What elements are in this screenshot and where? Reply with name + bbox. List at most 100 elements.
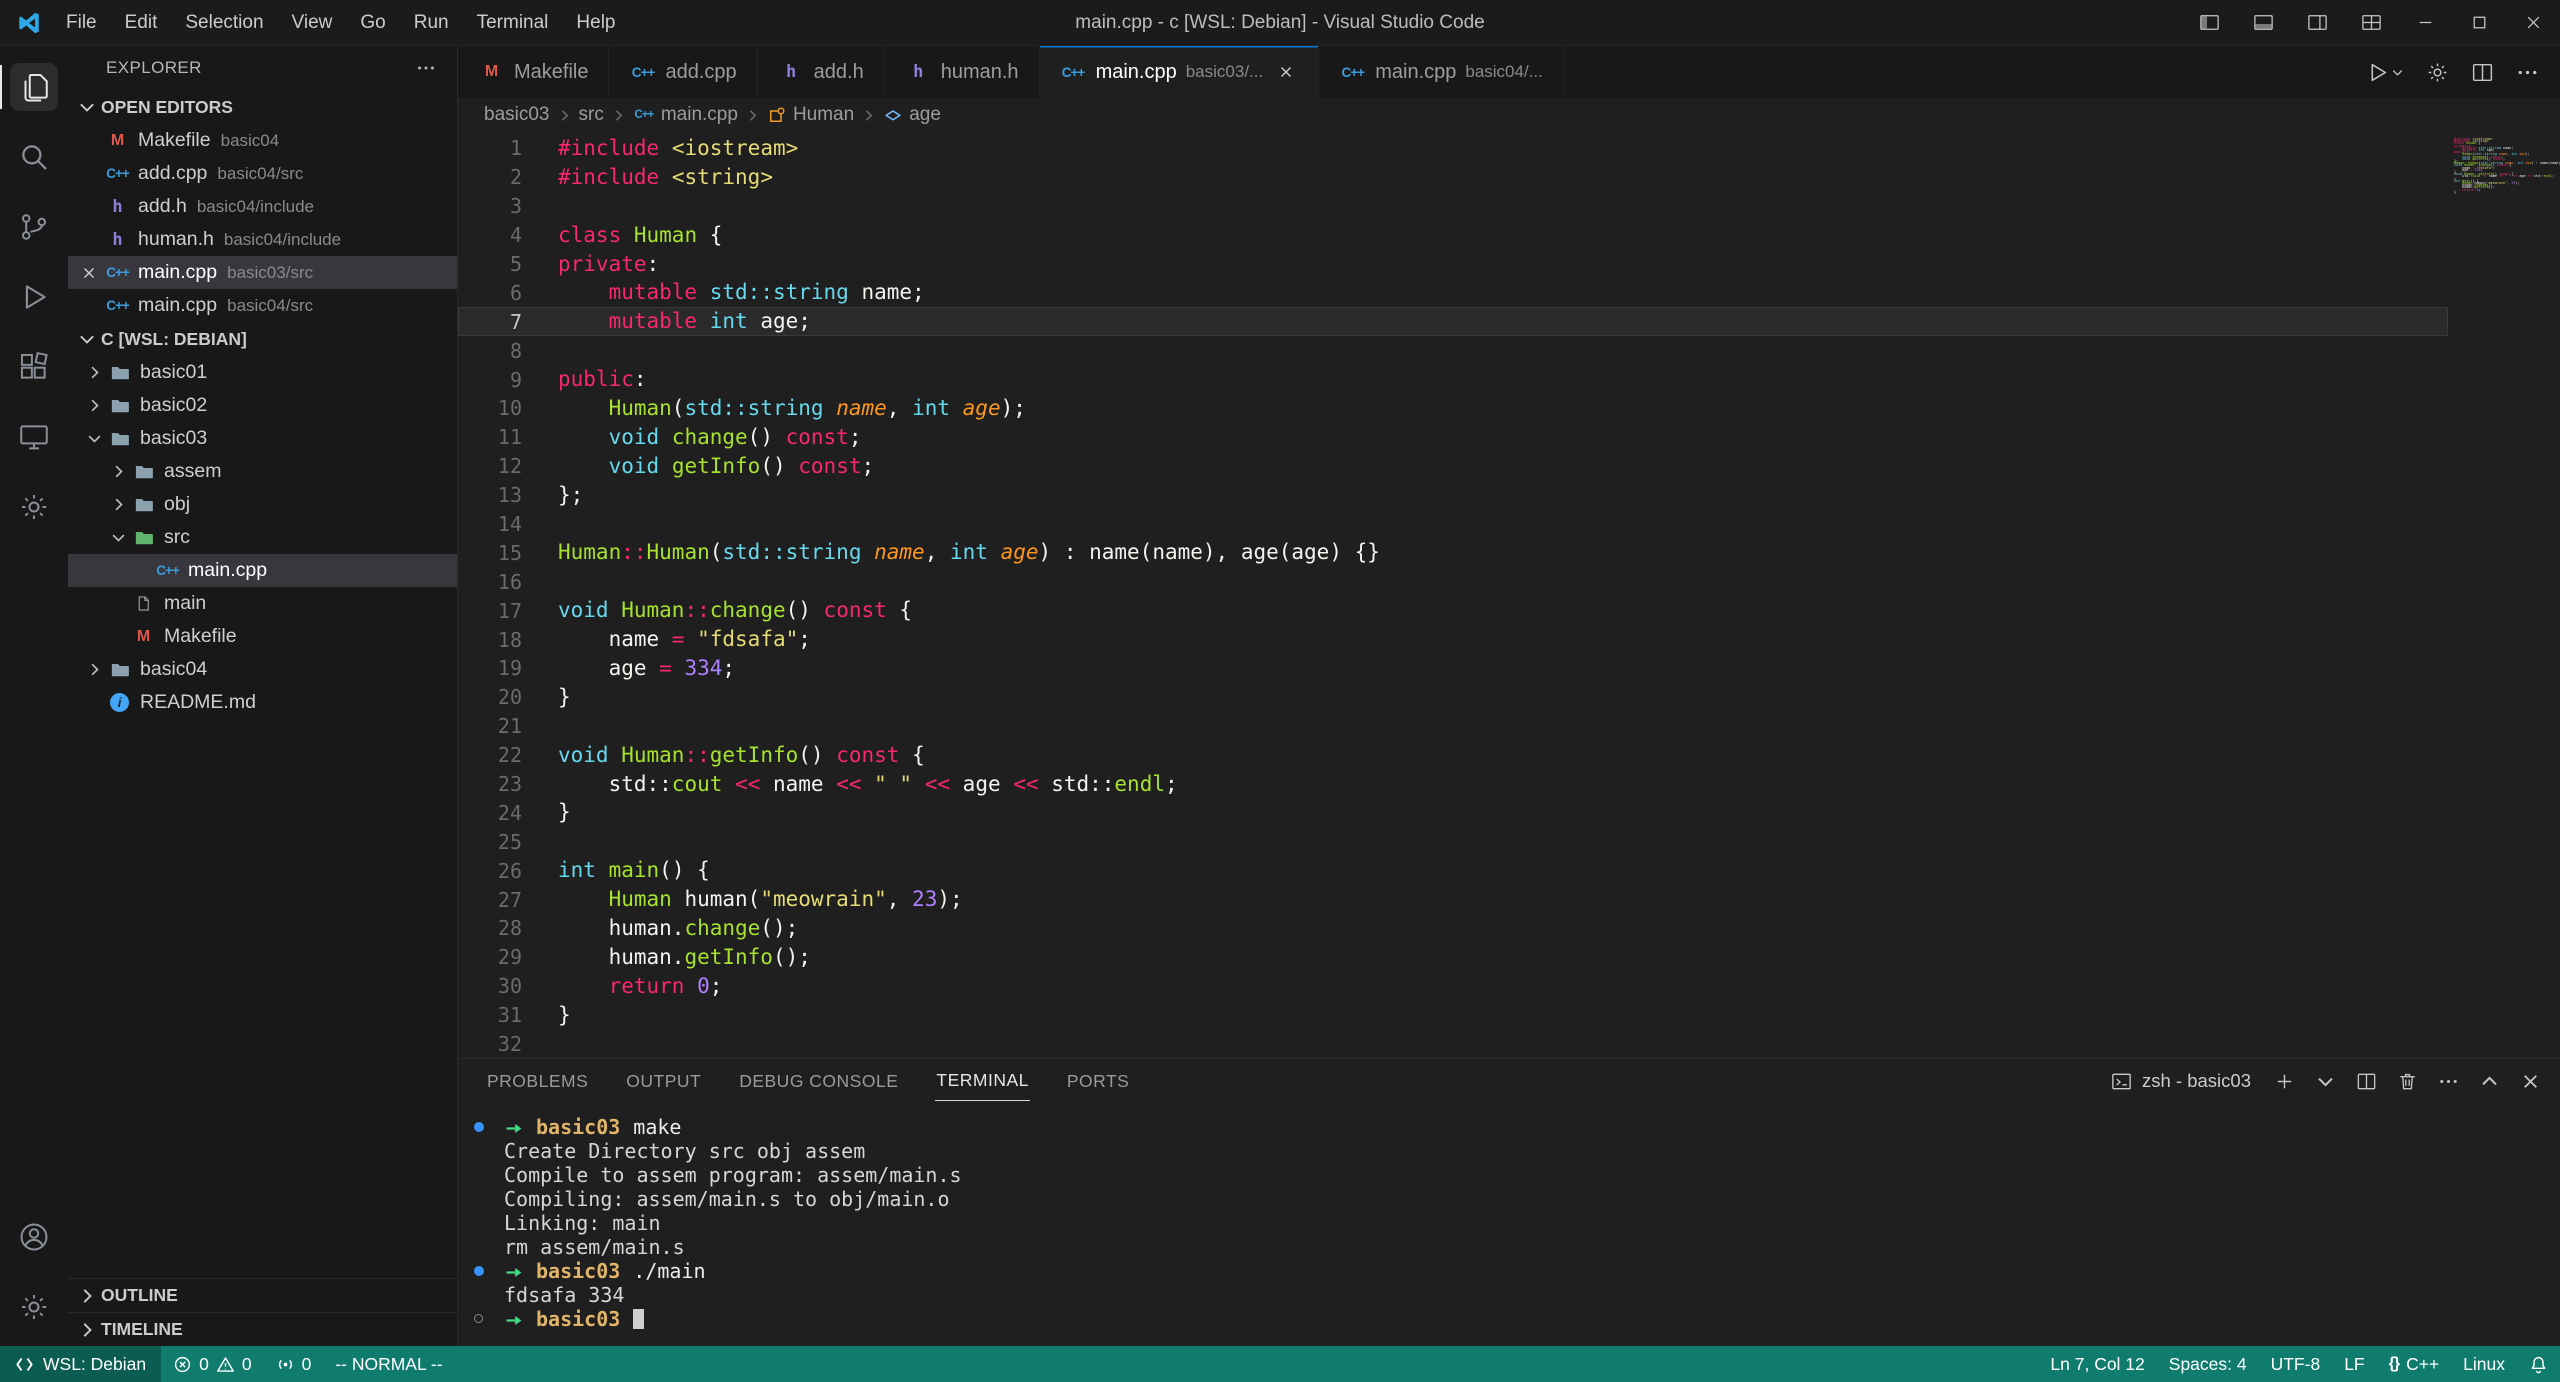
toggle-panel-icon[interactable] bbox=[2236, 0, 2290, 46]
new-terminal-icon[interactable] bbox=[2273, 1070, 2296, 1093]
activity-account[interactable] bbox=[0, 1202, 68, 1272]
menu-selection[interactable]: Selection bbox=[171, 0, 277, 45]
activity-source-control[interactable] bbox=[0, 192, 68, 262]
command-decoration-icon[interactable] bbox=[474, 1266, 484, 1276]
code-line-12[interactable]: 12 void getInfo() const; bbox=[458, 452, 2448, 481]
code-line-22[interactable]: 22 void Human::getInfo() const { bbox=[458, 741, 2448, 770]
tab-human.h[interactable]: h human.h bbox=[885, 46, 1040, 98]
terminal-instance-label[interactable]: zsh - basic03 bbox=[2110, 1070, 2251, 1093]
close-window-button[interactable] bbox=[2506, 0, 2560, 46]
panel-tab-problems[interactable]: PROBLEMS bbox=[486, 1062, 589, 1101]
editor-settings-icon[interactable] bbox=[2425, 60, 2450, 85]
line-number[interactable]: 8 bbox=[458, 339, 558, 363]
timeline-section-header[interactable]: TIMELINE bbox=[68, 1312, 457, 1346]
close-icon[interactable] bbox=[2519, 1070, 2542, 1093]
panel-tab-ports[interactable]: PORTS bbox=[1066, 1062, 1130, 1101]
code-line-32[interactable]: 32 bbox=[458, 1030, 2448, 1058]
line-number[interactable]: 23 bbox=[458, 772, 558, 796]
line-number[interactable]: 18 bbox=[458, 628, 558, 652]
minimize-button[interactable] bbox=[2398, 0, 2452, 46]
line-number[interactable]: 4 bbox=[458, 223, 558, 247]
open-editor-item[interactable]: h human.h basic04/include bbox=[68, 223, 457, 256]
code-line-18[interactable]: 18 name = "fdsafa"; bbox=[458, 625, 2448, 654]
code-line-21[interactable]: 21 bbox=[458, 712, 2448, 741]
breadcrumb-item[interactable]: age bbox=[883, 104, 941, 126]
editor-more-actions-icon[interactable] bbox=[2515, 60, 2540, 85]
line-number[interactable]: 9 bbox=[458, 368, 558, 392]
code-line-29[interactable]: 29 human.getInfo(); bbox=[458, 943, 2448, 972]
activity-remote-explorer[interactable] bbox=[0, 402, 68, 472]
outline-section-header[interactable]: OUTLINE bbox=[68, 1278, 457, 1312]
eol-indicator[interactable]: LF bbox=[2332, 1346, 2376, 1382]
workspace-folder-header[interactable]: C [WSL: DEBIAN] bbox=[68, 322, 457, 356]
code-line-26[interactable]: 26 int main() { bbox=[458, 856, 2448, 885]
kill-icon[interactable] bbox=[2396, 1070, 2419, 1093]
code-line-27[interactable]: 27 Human human("meowrain", 23); bbox=[458, 885, 2448, 914]
code-line-11[interactable]: 11 void change() const; bbox=[458, 423, 2448, 452]
command-decoration-icon[interactable] bbox=[474, 1122, 484, 1132]
toggle-primary-sidebar-icon[interactable] bbox=[2182, 0, 2236, 46]
line-number[interactable]: 22 bbox=[458, 743, 558, 767]
encoding-indicator[interactable]: UTF-8 bbox=[2259, 1346, 2333, 1382]
activity-extensions[interactable] bbox=[0, 332, 68, 402]
panel-tab-debug-console[interactable]: DEBUG CONSOLE bbox=[738, 1062, 899, 1101]
code-editor[interactable]: 1 #include <iostream> 2 #include <string… bbox=[458, 132, 2448, 1058]
code-line-25[interactable]: 25 bbox=[458, 827, 2448, 856]
menu-terminal[interactable]: Terminal bbox=[463, 0, 563, 45]
indentation-indicator[interactable]: Spaces: 4 bbox=[2157, 1346, 2259, 1382]
code-line-30[interactable]: 30 return 0; bbox=[458, 972, 2448, 1001]
code-line-7[interactable]: 7 mutable int age; bbox=[458, 307, 2448, 336]
line-number[interactable]: 5 bbox=[458, 252, 558, 276]
vim-mode-indicator[interactable]: -- NORMAL -- bbox=[323, 1346, 454, 1382]
close-icon[interactable] bbox=[74, 262, 104, 284]
tree-item-basic03[interactable]: basic03 bbox=[68, 422, 457, 455]
line-number[interactable]: 29 bbox=[458, 945, 558, 969]
tree-item-basic02[interactable]: basic02 bbox=[68, 389, 457, 422]
open-editor-item[interactable]: C++ main.cpp basic03/src bbox=[68, 256, 457, 289]
code-line-4[interactable]: 4 class Human { bbox=[458, 221, 2448, 250]
breadcrumb-item[interactable]: Human bbox=[767, 104, 854, 126]
explorer-more-actions-icon[interactable] bbox=[415, 57, 437, 79]
terminal-output[interactable]: basic03makeCreate Directory src obj asse… bbox=[458, 1103, 2560, 1346]
os-indicator[interactable]: Linux bbox=[2451, 1346, 2517, 1382]
tree-item-main[interactable]: main bbox=[68, 587, 457, 620]
line-number[interactable]: 20 bbox=[458, 685, 558, 709]
code-line-19[interactable]: 19 age = 334; bbox=[458, 654, 2448, 683]
line-number[interactable]: 24 bbox=[458, 801, 558, 825]
customize-layout-icon[interactable] bbox=[2344, 0, 2398, 46]
line-number[interactable]: 13 bbox=[458, 483, 558, 507]
line-number[interactable]: 25 bbox=[458, 830, 558, 854]
code-line-3[interactable]: 3 bbox=[458, 192, 2448, 221]
code-line-13[interactable]: 13 }; bbox=[458, 481, 2448, 510]
ports-indicator[interactable]: 0 bbox=[264, 1346, 324, 1382]
code-line-6[interactable]: 6 mutable std::string name; bbox=[458, 278, 2448, 307]
maximize-icon[interactable] bbox=[2478, 1070, 2501, 1093]
line-number[interactable]: 14 bbox=[458, 512, 558, 536]
menu-go[interactable]: Go bbox=[346, 0, 399, 45]
line-number[interactable]: 28 bbox=[458, 916, 558, 940]
activity-run-debug[interactable] bbox=[0, 262, 68, 332]
tab-add.h[interactable]: h add.h bbox=[758, 46, 885, 98]
code-line-8[interactable]: 8 bbox=[458, 336, 2448, 365]
line-number[interactable]: 27 bbox=[458, 888, 558, 912]
line-number[interactable]: 31 bbox=[458, 1003, 558, 1027]
code-line-9[interactable]: 9 public: bbox=[458, 365, 2448, 394]
maximize-button[interactable] bbox=[2452, 0, 2506, 46]
line-number[interactable]: 19 bbox=[458, 656, 558, 680]
line-number[interactable]: 7 bbox=[458, 310, 558, 334]
menu-view[interactable]: View bbox=[278, 0, 347, 45]
activity-tools[interactable] bbox=[0, 472, 68, 542]
open-editor-item[interactable]: C++ main.cpp basic04/src bbox=[68, 289, 457, 322]
menu-run[interactable]: Run bbox=[400, 0, 463, 45]
split-icon[interactable] bbox=[2355, 1070, 2378, 1093]
line-number[interactable]: 32 bbox=[458, 1032, 558, 1056]
tree-item-obj[interactable]: obj bbox=[68, 488, 457, 521]
open-editor-item[interactable]: h add.h basic04/include bbox=[68, 190, 457, 223]
breadcrumb-item[interactable]: C++main.cpp bbox=[633, 104, 738, 126]
tree-item-basic04[interactable]: basic04 bbox=[68, 653, 457, 686]
code-line-10[interactable]: 10 Human(std::string name, int age); bbox=[458, 394, 2448, 423]
tab-main.cpp[interactable]: C++ main.cpp basic04/... bbox=[1319, 46, 1564, 98]
line-number[interactable]: 16 bbox=[458, 570, 558, 594]
breadcrumb-item[interactable]: src bbox=[579, 104, 604, 126]
split-editor-icon[interactable] bbox=[2470, 60, 2495, 85]
